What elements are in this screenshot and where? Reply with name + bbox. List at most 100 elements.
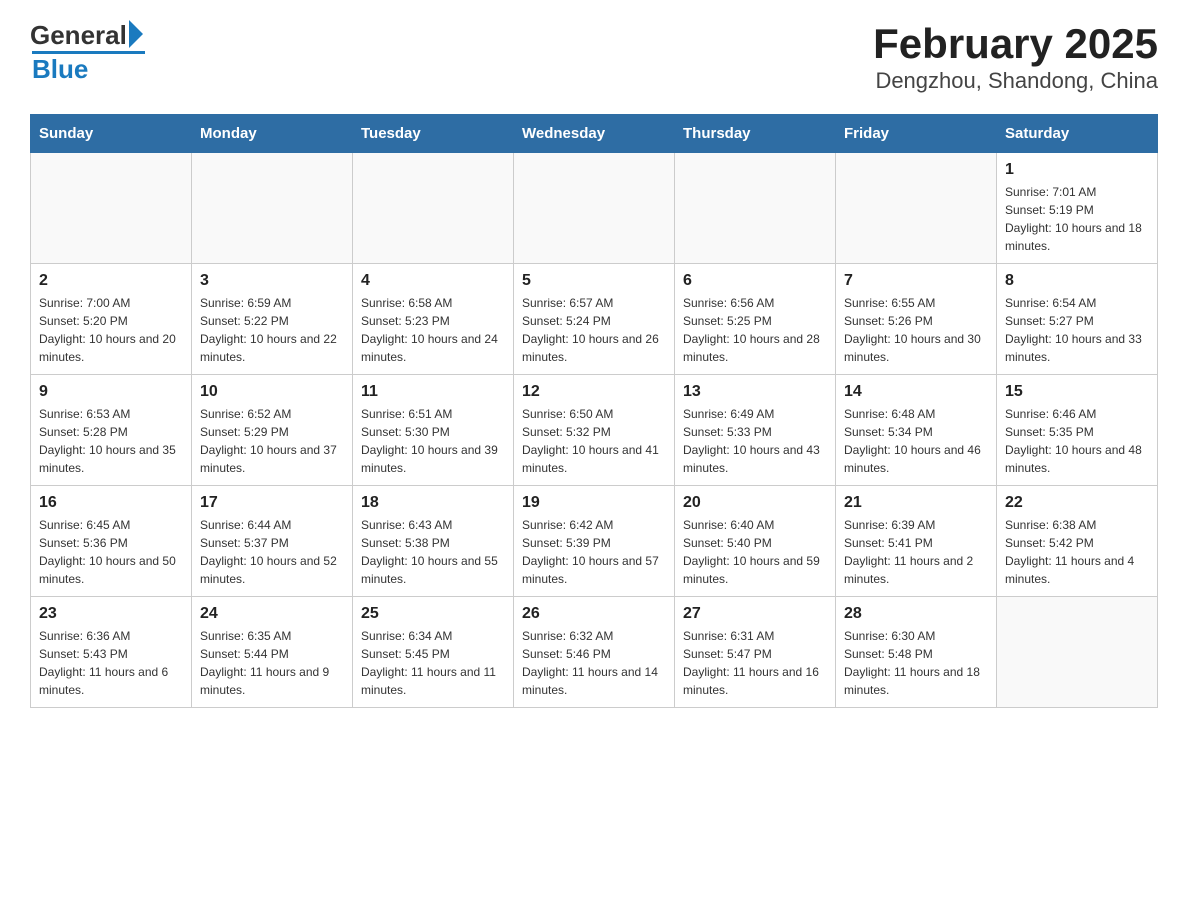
day-number: 1 [1005,161,1149,179]
day-number: 24 [200,605,344,623]
day-number: 22 [1005,494,1149,512]
calendar-day-cell: 12 Sunrise: 6:50 AMSunset: 5:32 PMDayligh… [514,375,675,486]
calendar-day-cell: 27 Sunrise: 6:31 AMSunset: 5:47 PMDayligh… [675,597,836,708]
day-number: 23 [39,605,183,623]
day-number: 20 [683,494,827,512]
page-header: General Blue February 2025 Dengzhou, Sha… [30,20,1158,94]
calendar-day-cell: 24 Sunrise: 6:35 AMSunset: 5:44 PMDayligh… [192,597,353,708]
day-number: 18 [361,494,505,512]
calendar-week-row: 9 Sunrise: 6:53 AMSunset: 5:28 PMDaylight… [31,375,1158,486]
day-number: 12 [522,383,666,401]
day-info: Sunrise: 6:52 AMSunset: 5:29 PMDaylight:… [200,405,344,477]
day-number: 21 [844,494,988,512]
day-number: 26 [522,605,666,623]
day-info: Sunrise: 6:35 AMSunset: 5:44 PMDaylight:… [200,627,344,699]
weekday-header-monday: Monday [192,115,353,153]
calendar-week-row: 23 Sunrise: 6:36 AMSunset: 5:43 PMDayligh… [31,597,1158,708]
day-info: Sunrise: 6:31 AMSunset: 5:47 PMDaylight:… [683,627,827,699]
logo-blue-text: Blue [32,51,145,82]
calendar-week-row: 16 Sunrise: 6:45 AMSunset: 5:36 PMDayligh… [31,486,1158,597]
day-info: Sunrise: 6:50 AMSunset: 5:32 PMDaylight:… [522,405,666,477]
day-number: 11 [361,383,505,401]
day-info: Sunrise: 6:56 AMSunset: 5:25 PMDaylight:… [683,294,827,366]
calendar-week-row: 1 Sunrise: 7:01 AMSunset: 5:19 PMDaylight… [31,153,1158,264]
day-info: Sunrise: 6:58 AMSunset: 5:23 PMDaylight:… [361,294,505,366]
day-number: 3 [200,272,344,290]
calendar-day-cell: 8Sunrise: 6:54 AMSunset: 5:27 PMDaylight… [997,264,1158,375]
day-info: Sunrise: 7:01 AMSunset: 5:19 PMDaylight:… [1005,183,1149,255]
day-number: 25 [361,605,505,623]
calendar-day-cell: 19 Sunrise: 6:42 AMSunset: 5:39 PMDayligh… [514,486,675,597]
calendar-day-cell: 23 Sunrise: 6:36 AMSunset: 5:43 PMDayligh… [31,597,192,708]
day-number: 15 [1005,383,1149,401]
calendar-day-cell: 18 Sunrise: 6:43 AMSunset: 5:38 PMDayligh… [353,486,514,597]
day-info: Sunrise: 6:40 AMSunset: 5:40 PMDaylight:… [683,516,827,588]
calendar-day-cell: 13 Sunrise: 6:49 AMSunset: 5:33 PMDayligh… [675,375,836,486]
calendar-day-cell: 7Sunrise: 6:55 AMSunset: 5:26 PMDaylight… [836,264,997,375]
day-number: 10 [200,383,344,401]
day-info: Sunrise: 6:30 AMSunset: 5:48 PMDaylight:… [844,627,988,699]
day-number: 8 [1005,272,1149,290]
day-info: Sunrise: 6:43 AMSunset: 5:38 PMDaylight:… [361,516,505,588]
day-number: 5 [522,272,666,290]
calendar-day-cell: 14Sunrise: 6:48 AMSunset: 5:34 PMDayligh… [836,375,997,486]
day-info: Sunrise: 6:45 AMSunset: 5:36 PMDaylight:… [39,516,183,588]
title-area: February 2025 Dengzhou, Shandong, China [873,20,1158,94]
day-number: 16 [39,494,183,512]
calendar-day-cell: 4Sunrise: 6:58 AMSunset: 5:23 PMDaylight… [353,264,514,375]
day-info: Sunrise: 6:57 AMSunset: 5:24 PMDaylight:… [522,294,666,366]
calendar-table: SundayMondayTuesdayWednesdayThursdayFrid… [30,114,1158,708]
day-number: 17 [200,494,344,512]
day-info: Sunrise: 7:00 AMSunset: 5:20 PMDaylight:… [39,294,183,366]
day-info: Sunrise: 6:53 AMSunset: 5:28 PMDaylight:… [39,405,183,477]
calendar-day-cell: 6 Sunrise: 6:56 AMSunset: 5:25 PMDaylight… [675,264,836,375]
page-title: February 2025 [873,20,1158,68]
weekday-header-wednesday: Wednesday [514,115,675,153]
calendar-day-cell: 9 Sunrise: 6:53 AMSunset: 5:28 PMDaylight… [31,375,192,486]
calendar-day-cell: 5 Sunrise: 6:57 AMSunset: 5:24 PMDaylight… [514,264,675,375]
day-number: 6 [683,272,827,290]
day-number: 9 [39,383,183,401]
day-info: Sunrise: 6:39 AMSunset: 5:41 PMDaylight:… [844,516,988,588]
calendar-day-cell: 10 Sunrise: 6:52 AMSunset: 5:29 PMDayligh… [192,375,353,486]
calendar-day-cell [353,153,514,264]
calendar-day-cell [836,153,997,264]
calendar-day-cell: 2 Sunrise: 7:00 AMSunset: 5:20 PMDaylight… [31,264,192,375]
day-info: Sunrise: 6:44 AMSunset: 5:37 PMDaylight:… [200,516,344,588]
calendar-day-cell: 21 Sunrise: 6:39 AMSunset: 5:41 PMDayligh… [836,486,997,597]
calendar-day-cell [31,153,192,264]
weekday-header-friday: Friday [836,115,997,153]
logo: General Blue [30,20,143,82]
day-info: Sunrise: 6:34 AMSunset: 5:45 PMDaylight:… [361,627,505,699]
calendar-day-cell: 1 Sunrise: 7:01 AMSunset: 5:19 PMDaylight… [997,153,1158,264]
calendar-day-cell: 28 Sunrise: 6:30 AMSunset: 5:48 PMDayligh… [836,597,997,708]
day-info: Sunrise: 6:46 AMSunset: 5:35 PMDaylight:… [1005,405,1149,477]
calendar-day-cell: 3 Sunrise: 6:59 AMSunset: 5:22 PMDaylight… [192,264,353,375]
calendar-day-cell [514,153,675,264]
calendar-day-cell: 20 Sunrise: 6:40 AMSunset: 5:40 PMDayligh… [675,486,836,597]
day-info: Sunrise: 6:36 AMSunset: 5:43 PMDaylight:… [39,627,183,699]
day-number: 27 [683,605,827,623]
calendar-day-cell: 26Sunrise: 6:32 AMSunset: 5:46 PMDayligh… [514,597,675,708]
day-number: 14 [844,383,988,401]
logo-general-text: General [30,20,127,51]
day-number: 28 [844,605,988,623]
day-number: 19 [522,494,666,512]
calendar-day-cell [192,153,353,264]
day-info: Sunrise: 6:49 AMSunset: 5:33 PMDaylight:… [683,405,827,477]
calendar-day-cell: 22 Sunrise: 6:38 AMSunset: 5:42 PMDayligh… [997,486,1158,597]
calendar-day-cell: 17 Sunrise: 6:44 AMSunset: 5:37 PMDayligh… [192,486,353,597]
page-subtitle: Dengzhou, Shandong, China [873,68,1158,94]
logo-arrow-icon [129,20,143,48]
weekday-header-sunday: Sunday [31,115,192,153]
day-number: 13 [683,383,827,401]
day-info: Sunrise: 6:59 AMSunset: 5:22 PMDaylight:… [200,294,344,366]
calendar-day-cell: 25 Sunrise: 6:34 AMSunset: 5:45 PMDayligh… [353,597,514,708]
weekday-header-thursday: Thursday [675,115,836,153]
calendar-day-cell [997,597,1158,708]
day-info: Sunrise: 6:51 AMSunset: 5:30 PMDaylight:… [361,405,505,477]
calendar-week-row: 2 Sunrise: 7:00 AMSunset: 5:20 PMDaylight… [31,264,1158,375]
day-info: Sunrise: 6:42 AMSunset: 5:39 PMDaylight:… [522,516,666,588]
day-number: 2 [39,272,183,290]
day-info: Sunrise: 6:38 AMSunset: 5:42 PMDaylight:… [1005,516,1149,588]
